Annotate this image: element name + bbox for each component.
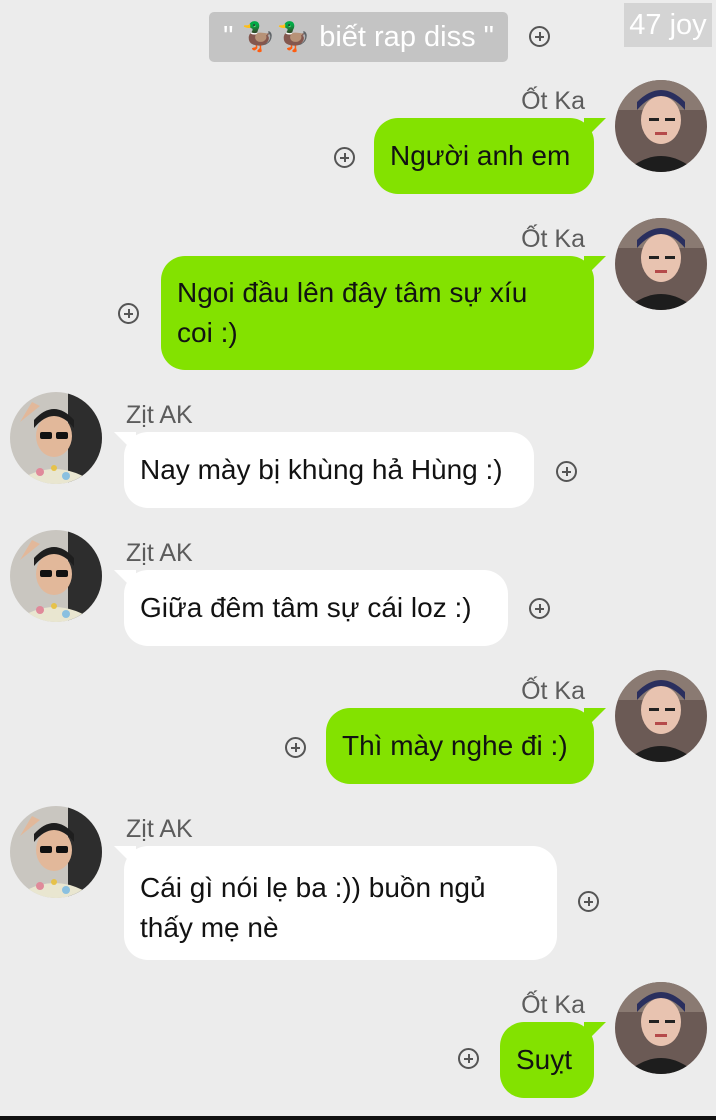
message-bubble[interactable]: Nay mày bị khùng hả Hùng :) (124, 432, 534, 508)
avatar-ot-ka[interactable] (615, 218, 707, 310)
bubble-tail (584, 118, 606, 140)
add-reaction-icon[interactable] (556, 461, 577, 482)
sender-name: Ốt Ka (521, 991, 585, 1019)
avatar-zit-ak[interactable] (10, 530, 102, 622)
add-reaction-icon[interactable] (118, 303, 139, 324)
sender-name: Zịt AK (126, 401, 193, 429)
sender-name: Zịt AK (126, 815, 193, 843)
message-text: Giữa đêm tâm sự cái loz :) (140, 592, 472, 623)
bubble-tail (584, 708, 606, 730)
message-bubble[interactable]: Ngoi đầu lên đây tâm sự xíu coi :) (161, 256, 594, 370)
add-reaction-icon[interactable] (285, 737, 306, 758)
add-reaction-icon[interactable] (529, 26, 550, 47)
add-reaction-icon[interactable] (334, 147, 355, 168)
sender-name: Ốt Ka (521, 87, 585, 115)
message-text: Cái gì nói lẹ ba :)) buồn ngủ thấy mẹ nè (140, 872, 486, 943)
add-reaction-icon[interactable] (458, 1048, 479, 1069)
sender-name: Zịt AK (126, 539, 193, 567)
message-text: Nay mày bị khùng hả Hùng :) (140, 454, 503, 485)
watermark: 47 joy (624, 3, 712, 47)
bottom-divider (0, 1116, 716, 1120)
message-text: Suỵt (516, 1044, 573, 1075)
avatar-ot-ka[interactable] (615, 670, 707, 762)
message-text: Ngoi đầu lên đây tâm sự xíu coi :) (177, 277, 528, 348)
avatar-ot-ka[interactable] (615, 80, 707, 172)
quote-open: " (223, 21, 242, 53)
bubble-tail (584, 1022, 606, 1044)
message-text: Thì mày nghe đi :) (342, 730, 568, 761)
avatar-zit-ak[interactable] (10, 392, 102, 484)
pinned-message-text: biết rap diss " (311, 21, 494, 53)
message-bubble[interactable]: Người anh em (374, 118, 594, 194)
add-reaction-icon[interactable] (529, 598, 550, 619)
message-text: Người anh em (390, 140, 571, 171)
message-bubble[interactable]: Giữa đêm tâm sự cái loz :) (124, 570, 508, 646)
bubble-tail (584, 256, 606, 278)
message-bubble[interactable]: Cái gì nói lẹ ba :)) buồn ngủ thấy mẹ nè (124, 846, 557, 960)
sender-name: Ốt Ka (521, 225, 585, 253)
message-bubble[interactable]: Suỵt (500, 1022, 594, 1098)
message-bubble[interactable]: Thì mày nghe đi :) (326, 708, 594, 784)
avatar-zit-ak[interactable] (10, 806, 102, 898)
avatar-ot-ka[interactable] (615, 982, 707, 1074)
add-reaction-icon[interactable] (578, 891, 599, 912)
sender-name: Ốt Ka (521, 677, 585, 705)
pinned-message[interactable]: " 🦆🦆 biết rap diss " (209, 12, 508, 62)
duck-emoji: 🦆🦆 (241, 21, 312, 52)
